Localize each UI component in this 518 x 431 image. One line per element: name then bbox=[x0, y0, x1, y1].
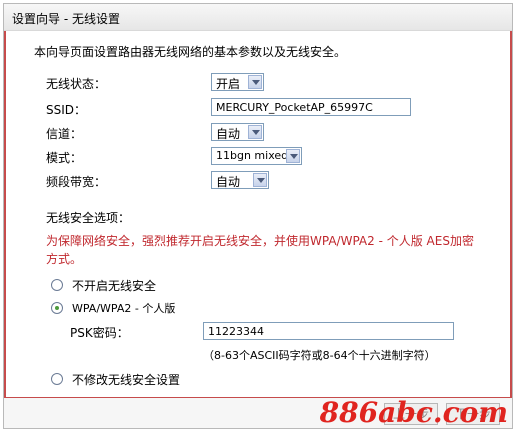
chevron-down-icon bbox=[253, 173, 267, 187]
security-warning-line1: 为保障网络安全，强烈推荐开启无线安全，并使用WPA/WPA2 - 个人版 AES… bbox=[46, 234, 474, 248]
ssid-label: SSID： bbox=[46, 103, 87, 117]
bandwidth-value: 自动 bbox=[216, 175, 241, 189]
psk-label: PSK密码： bbox=[70, 326, 129, 340]
mode-select[interactable]: 11bgn mixed bbox=[211, 147, 302, 165]
bandwidth-select[interactable]: 自动 bbox=[211, 171, 269, 189]
chevron-down-icon bbox=[248, 75, 262, 89]
security-options-title: 无线安全选项： bbox=[46, 211, 131, 225]
wizard-frame: 设置向导 - 无线设置 本向导页面设置路由器无线网络的基本参数以及无线安全。 无… bbox=[3, 3, 513, 429]
chevron-down-icon bbox=[286, 149, 300, 163]
psk-input[interactable]: 11223344 bbox=[203, 322, 454, 340]
security-warning-line2: 方式。 bbox=[46, 252, 83, 266]
wireless-status-select[interactable]: 开启 bbox=[211, 73, 264, 91]
channel-value: 自动 bbox=[216, 127, 241, 141]
page-title: 设置向导 - 无线设置 bbox=[12, 12, 120, 26]
option-keep-security-label: 不修改无线安全设置 bbox=[72, 373, 181, 387]
ssid-input[interactable]: MERCURY_PocketAP_65997C bbox=[211, 98, 411, 116]
mode-label: 模式： bbox=[46, 151, 83, 165]
wizard-header: 设置向导 - 无线设置 bbox=[4, 4, 512, 31]
wizard-content: 本向导页面设置路由器无线网络的基本参数以及无线安全。 无线状态： 开启 SSID… bbox=[4, 31, 512, 398]
channel-select[interactable]: 自动 bbox=[211, 123, 264, 141]
psk-hint: （8-63个ASCII码字符或8-64个十六进制字符） bbox=[203, 349, 436, 362]
option-wpa-personal-label: WPA/WPA2 - 个人版 bbox=[72, 302, 176, 315]
radio-no-security[interactable] bbox=[51, 279, 63, 291]
watermark-logo: 886abc.com bbox=[319, 396, 508, 429]
mode-value: 11bgn mixed bbox=[216, 149, 289, 162]
radio-wpa-personal[interactable] bbox=[51, 302, 63, 314]
intro-text: 本向导页面设置路由器无线网络的基本参数以及无线安全。 bbox=[34, 45, 347, 59]
wireless-status-label: 无线状态： bbox=[46, 77, 107, 91]
chevron-down-icon bbox=[248, 125, 262, 139]
option-no-security-label: 不开启无线安全 bbox=[72, 279, 157, 293]
bandwidth-label: 频段带宽： bbox=[46, 175, 107, 189]
channel-label: 信道： bbox=[46, 127, 83, 141]
wireless-status-value: 开启 bbox=[216, 77, 241, 91]
radio-keep-security[interactable] bbox=[51, 373, 63, 385]
